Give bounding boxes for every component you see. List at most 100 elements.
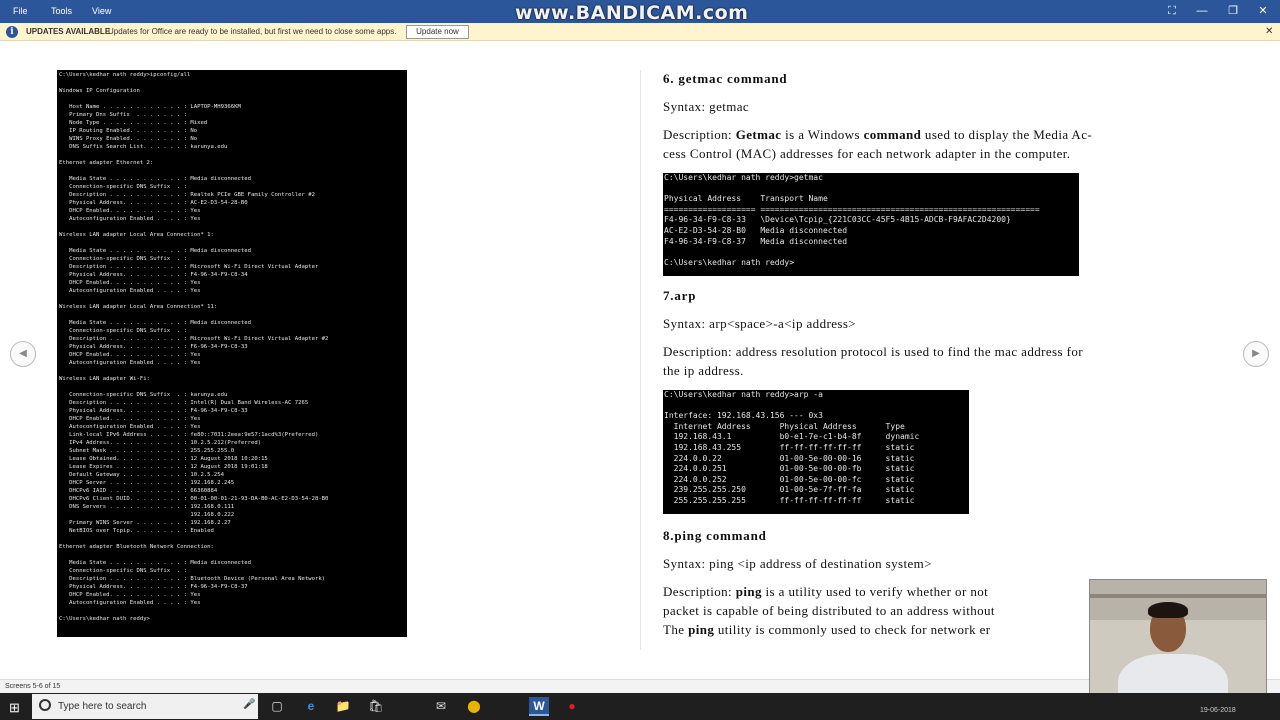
menu-file[interactable]: File (13, 6, 28, 16)
terminal-line: Autoconfiguration Enabled . . . . : Yes (59, 424, 201, 430)
update-message: Updates for Office are ready to be insta… (108, 27, 397, 36)
terminal-line: Physical Address. . . . . . . . . : F4-9… (59, 584, 248, 590)
terminal-line: DHCPv6 IAID . . . . . . . . . . . : 6636… (59, 488, 218, 494)
terminal-line: Media State . . . . . . . . . . . : Medi… (59, 320, 251, 326)
text-run: The (663, 622, 689, 637)
section-heading-arp: 7.arp (663, 288, 697, 303)
terminal-line: Lease Obtained. . . . . . . . . . : 12 A… (59, 456, 268, 462)
terminal-line: Media State . . . . . . . . . . . : Medi… (59, 248, 251, 254)
terminal-line: Physical Address. . . . . . . . . : F6-9… (59, 344, 248, 350)
terminal-line: 224.0.0.251 01-00-5e-00-00-fb static (664, 464, 915, 474)
next-page-button[interactable]: ▶ (1243, 341, 1269, 367)
status-bar: Screens 5-6 of 15 (0, 679, 1280, 693)
terminal-line: DNS Servers . . . . . . . . . . . : 192.… (59, 504, 235, 510)
text-run: Description: (663, 127, 736, 142)
terminal-line: DHCP Enabled. . . . . . . . . . . : Yes (59, 208, 201, 214)
description-ping-line2: packet is capable of being distributed t… (663, 603, 995, 618)
webcam-person-hair (1148, 602, 1188, 618)
terminal-line: Description . . . . . . . . . . . : Real… (59, 192, 315, 198)
bandicam-record-icon[interactable]: ● (562, 697, 582, 716)
update-title: UPDATES AVAILABLE (26, 27, 111, 36)
update-notification-bar: i UPDATES AVAILABLE Updates for Office a… (0, 23, 1280, 41)
terminal-line: 224.0.0.252 01-00-5e-00-00-fc static (664, 474, 915, 484)
word-icon[interactable]: W (529, 697, 549, 716)
microphone-icon[interactable]: 🎤 (243, 699, 255, 710)
close-icon[interactable]: ✕ (1265, 26, 1273, 37)
text-run: used to display the Media Ac- (921, 127, 1093, 142)
chrome-icon[interactable]: ⬤ (464, 697, 484, 716)
taskbar-search-box[interactable]: Type here to search 🎤 (32, 694, 258, 719)
terminal-line: Connection-specific DNS Suffix . : (59, 328, 187, 334)
terminal-line: =================== ====================… (664, 204, 1040, 214)
terminal-line: Autoconfiguration Enabled . . . . : Yes (59, 288, 201, 294)
close-window-button[interactable]: ✕ (1255, 3, 1271, 19)
minimize-button[interactable]: — (1194, 3, 1210, 19)
terminal-line: Description . . . . . . . . . . . : Inte… (59, 400, 309, 406)
terminal-line: Wireless LAN adapter Local Area Connecti… (59, 232, 214, 238)
update-now-button[interactable]: Update now (406, 25, 469, 39)
terminal-line: C:\Users\kedhar nath reddy> (664, 257, 795, 267)
terminal-line: 192.168.0.222 (59, 512, 235, 518)
terminal-line: C:\Users\kedhar nath reddy>arp -a (664, 390, 823, 399)
terminal-line: Physical Address. . . . . . . . . : F4-9… (59, 408, 248, 414)
page-divider (640, 70, 641, 650)
bold-run: command (863, 127, 922, 142)
description-getmac-line1: Description: Getmac is a Windows command… (663, 125, 1092, 144)
terminal-line: Autoconfiguration Enabled . . . . : Yes (59, 360, 201, 366)
terminal-line: 239.255.255.250 01-00-5e-7f-ff-fa static (664, 485, 915, 495)
terminal-line: Physical Address Transport Name (664, 194, 828, 204)
section-heading-getmac: 6. getmac command (663, 71, 788, 86)
terminal-line: AC-E2-D3-54-28-B0 Media disconnected (664, 225, 848, 235)
terminal-line: Media State . . . . . . . . . . . : Medi… (59, 560, 251, 566)
edge-icon[interactable]: e (301, 697, 321, 716)
terminal-line: Connection-specific DNS Suffix . : (59, 568, 187, 574)
terminal-line: NetBIOS over Tcpip. . . . . . . . : Enab… (59, 528, 214, 534)
terminal-line: DNS Suffix Search List. . . . . . : karu… (59, 144, 228, 150)
info-icon: i (6, 26, 18, 38)
terminal-line: Wireless LAN adapter Local Area Connecti… (59, 304, 218, 310)
terminal-line: Link-local IPv6 Address . . . . . : fe80… (59, 432, 319, 438)
text-run: utility is commonly used to check for ne… (714, 622, 991, 637)
menu-view[interactable]: View (92, 6, 111, 16)
windows-start-icon[interactable]: ⊞ (9, 700, 20, 716)
terminal-line: Primary WINS Server . . . . . . . : 192.… (59, 520, 231, 526)
file-explorer-icon[interactable]: 📁 (333, 697, 353, 716)
terminal-line: F4-96-34-F9-C8-37 Media disconnected (664, 236, 848, 246)
terminal-line: Physical Address. . . . . . . . . : F4-9… (59, 272, 248, 278)
restore-button[interactable]: ❐ (1225, 3, 1241, 19)
syntax-arp: Syntax: arp<space>-a<ip address> (663, 316, 857, 331)
previous-page-button[interactable]: ◀ (10, 341, 36, 367)
terminal-line: Primary Dns Suffix . . . . . . . : (59, 112, 187, 118)
search-icon (39, 699, 51, 711)
taskbar-date: 19-06-2018 (1200, 707, 1236, 714)
terminal-line: Description . . . . . . . . . . . : Micr… (59, 264, 319, 270)
syntax-ping: Syntax: ping <ip address of destination … (663, 556, 932, 571)
bold-run: Getmac (735, 127, 782, 142)
store-icon[interactable]: 🛍 (366, 697, 386, 716)
screen-counter: Screens 5-6 of 15 (5, 683, 61, 690)
terminal-line: Description . . . . . . . . . . . : Blue… (59, 576, 326, 582)
bold-run: ping (735, 584, 762, 599)
terminal-line: Ethernet adapter Bluetooth Network Conne… (59, 544, 214, 550)
getmac-screenshot: C:\Users\kedhar nath reddy>getmac Physic… (663, 173, 1079, 276)
text-run: is a utility used to verify whether or n… (761, 584, 989, 599)
terminal-line: DHCP Enabled. . . . . . . . . . . : Yes (59, 280, 201, 286)
terminal-line: DHCP Enabled. . . . . . . . . . . : Yes (59, 352, 201, 358)
task-view-icon[interactable]: ▢ (267, 697, 287, 716)
terminal-line: Default Gateway . . . . . . . . . : 10.2… (59, 472, 225, 478)
terminal-line: Media State . . . . . . . . . . . : Medi… (59, 176, 251, 182)
menu-tools[interactable]: Tools (51, 6, 72, 16)
terminal-line: Internet Address Physical Address Type (664, 421, 905, 431)
mail-icon[interactable]: ✉ (431, 697, 451, 716)
terminal-line: 192.168.43.1 b0-e1-7e-c1-b4-8f dynamic (664, 432, 920, 442)
terminal-line: DHCPv6 Client DUID. . . . . . . . : 00-0… (59, 496, 329, 502)
fullscreen-icon[interactable]: ⛶ (1164, 3, 1180, 19)
text-run: Description: (663, 584, 736, 599)
